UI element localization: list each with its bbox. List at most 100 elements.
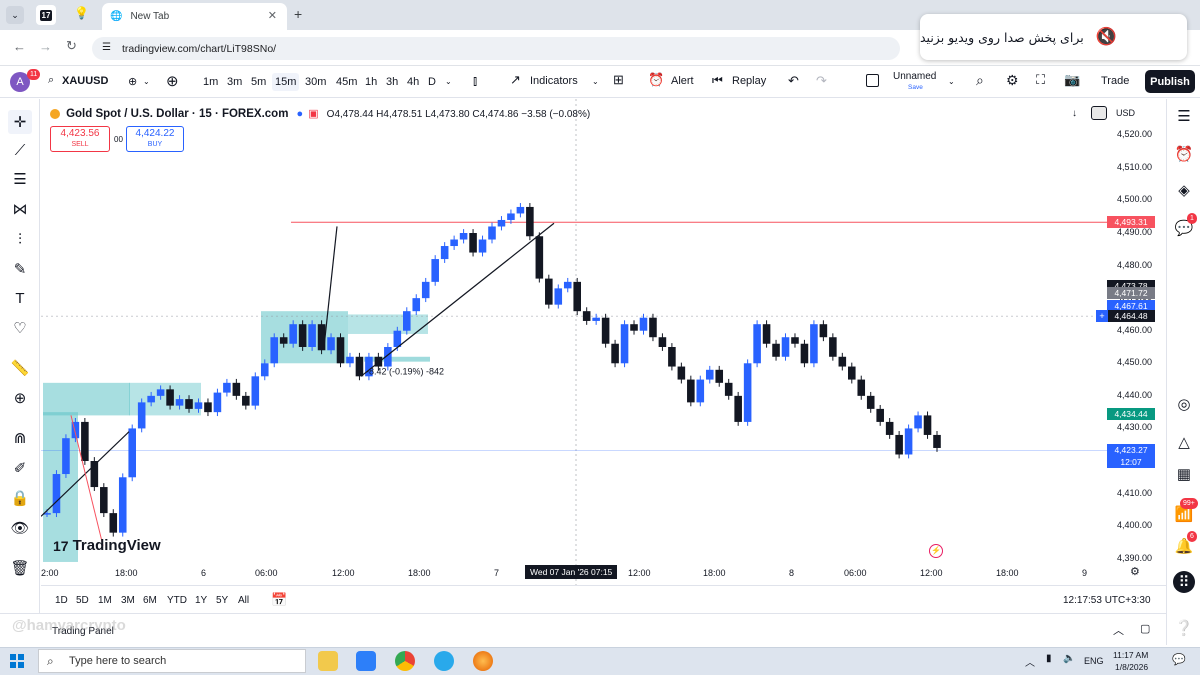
timeframe-1m[interactable]: 1m [200,73,221,91]
collapse-chevron-icon[interactable]: ︿ [1113,622,1124,638]
stay-drawing-icon[interactable]: ✐ [11,459,29,477]
tray-chevron-icon[interactable]: ︿ [1025,654,1035,669]
trade-button[interactable]: Trade [1101,75,1129,87]
text-tool-icon[interactable]: T [11,289,29,307]
tab-new-tab[interactable]: 🌐 New Tab ✕ [102,3,287,30]
taskbar-date[interactable]: 1/8/2026 [1115,662,1148,672]
ideas-icon[interactable]: △ [1173,431,1195,453]
scale-down-arrow-icon[interactable]: ↓ [1072,108,1077,119]
firefox-icon[interactable] [473,651,493,671]
timeframe-30m[interactable]: 30m [302,73,329,91]
legend-settings-icon[interactable]: ▣ [308,108,318,120]
alerts-clock-icon[interactable]: ⏰ [1173,143,1195,165]
timeframe-5m[interactable]: 5m [248,73,269,91]
back-arrow-icon[interactable]: ← [13,39,26,54]
pattern-icon[interactable]: ⋈ [11,200,29,218]
watchlist-icon[interactable]: ☰ [1173,105,1195,127]
windows-start-icon[interactable] [10,654,24,668]
maximize-panel-icon[interactable]: ▢ [1140,622,1150,635]
help-icon[interactable]: ❔ [1173,617,1195,639]
reload-icon[interactable]: ↻ [66,38,77,54]
pinned-tab-bulb[interactable]: 💡 [74,6,90,24]
layout-name[interactable]: Unnamed [893,71,936,82]
notification-center-icon[interactable]: 💬 [1172,653,1186,666]
replay-icon[interactable]: ⏮ [712,73,723,88]
price-marker-label[interactable]: 4,464.48 [1107,310,1155,323]
legend-title[interactable]: Gold Spot / U.S. Dollar · 15 · FOREX.com [66,108,288,120]
timeframe-3m[interactable]: 3m [224,73,245,91]
alert-clock-icon[interactable]: ⏰ [648,72,664,88]
ruler-icon[interactable]: 📏 [11,359,30,377]
calendar-icon[interactable]: ▦ [1173,463,1195,485]
new-tab-button[interactable]: + [294,6,302,22]
indicators-chevron-icon[interactable]: ⌄ [592,77,599,86]
timeframe-1h[interactable]: 1h [362,73,380,91]
quick-search-icon[interactable]: ⌕ [976,72,984,89]
brush-icon[interactable]: ✎ [11,260,29,278]
timeframe-3h[interactable]: 3h [383,73,401,91]
clock-readout[interactable]: 12:17:53 UTC+3:30 [1063,595,1151,606]
symbol-name[interactable]: XAUUSD [62,75,108,87]
timeframe-4h[interactable]: 4h [404,73,422,91]
range-all[interactable]: All [238,595,249,606]
range-5d[interactable]: 5D [76,595,89,606]
alert-button[interactable]: Alert [671,75,694,87]
crosshair-icon[interactable]: ✛ [8,110,32,134]
layout-checkbox-icon[interactable] [866,74,879,87]
network-icon[interactable]: ▮ [1046,653,1052,664]
replay-button[interactable]: Replay [732,75,766,87]
sell-button[interactable]: 4,423.56 SELL [50,126,110,152]
volume-icon[interactable]: 🔈 [1063,653,1075,664]
add-symbol-icon[interactable]: ⊕ [166,72,179,90]
telegram-icon[interactable] [434,651,454,671]
goto-date-icon[interactable]: 📅 [271,592,287,608]
timeframe-45m[interactable]: 45m [333,73,360,91]
candles-icon[interactable]: ⫾ [473,73,477,89]
range-6m[interactable]: 6M [143,595,157,606]
timeframe-D[interactable]: D [425,73,439,91]
forward-arrow-icon[interactable]: → [39,39,52,54]
range-1d[interactable]: 1D [55,595,68,606]
fib-retracement-icon[interactable]: ☰ [11,170,29,188]
indicators-icon[interactable]: ↗ [510,72,521,88]
fullscreen-icon[interactable]: ⛶ [1036,72,1045,88]
taskbar-search-input[interactable]: ⌕ Type here to search [38,649,306,673]
heart-icon[interactable]: ♡ [11,319,29,337]
chrome-icon[interactable] [395,651,415,671]
range-3m[interactable]: 3M [121,595,135,606]
currency-label[interactable]: USD [1116,108,1135,118]
timeframe-15m[interactable]: 15m [272,73,300,91]
lightning-icon[interactable]: ⚡ [929,544,943,558]
price-marker-label[interactable]: 4,423.27 [1107,444,1155,457]
range-ytd[interactable]: YTD [167,595,187,606]
price-marker-label[interactable]: 4,493.31 [1107,216,1155,229]
chart-pane[interactable]: -8.42 (-0.19%) -842 Gold Spot / U.S. Dol… [41,99,1166,585]
layout-chevron-icon[interactable]: ⌄ [948,77,955,86]
taskbar-time[interactable]: 11:17 AM [1113,650,1148,660]
language-indicator[interactable]: ENG [1084,656,1104,666]
chart-canvas[interactable]: -8.42 (-0.19%) -842 [41,99,1166,585]
timeframe-dropdown-icon[interactable]: ⌄ [445,77,452,86]
file-explorer-icon[interactable] [318,651,338,671]
url-input[interactable]: ☰ tradingview.com/chart/LiT98SNo/ [92,37,900,60]
indicators-button[interactable]: Indicators [530,75,578,87]
layouts-grid-icon[interactable]: ⊞ [613,72,624,88]
publish-button[interactable]: Publish [1145,70,1195,93]
magnet-icon[interactable]: ⋒ [11,429,29,447]
lock-icon[interactable]: 🔒 [11,489,30,507]
symbol-search-icon[interactable]: ⌕ [48,74,54,87]
buy-button[interactable]: 4,424.22 BUY [126,126,184,152]
apps-grid-icon[interactable]: ⠿ [1173,571,1195,593]
screen-icon[interactable] [1091,106,1107,120]
pinned-tab-tradingview[interactable]: 17 [36,5,56,25]
forecast-icon[interactable]: ⫶ [11,230,29,248]
trash-icon[interactable]: 🗑 [10,559,29,577]
price-marker-label[interactable]: 4,434.44 [1107,407,1155,420]
chevron-down-icon[interactable]: ⌄ [143,77,150,86]
redo-icon[interactable]: ↷ [816,73,827,89]
range-1m[interactable]: 1M [98,595,112,606]
layers-icon[interactable]: ◈ [1173,179,1195,201]
unmute-notice[interactable]: 🔇 برای پخش صدا روی ویدیو بزنید [920,14,1187,60]
zoom-in-icon[interactable]: ⊕ [11,389,29,407]
snapshot-camera-icon[interactable]: 📷 [1064,72,1080,88]
